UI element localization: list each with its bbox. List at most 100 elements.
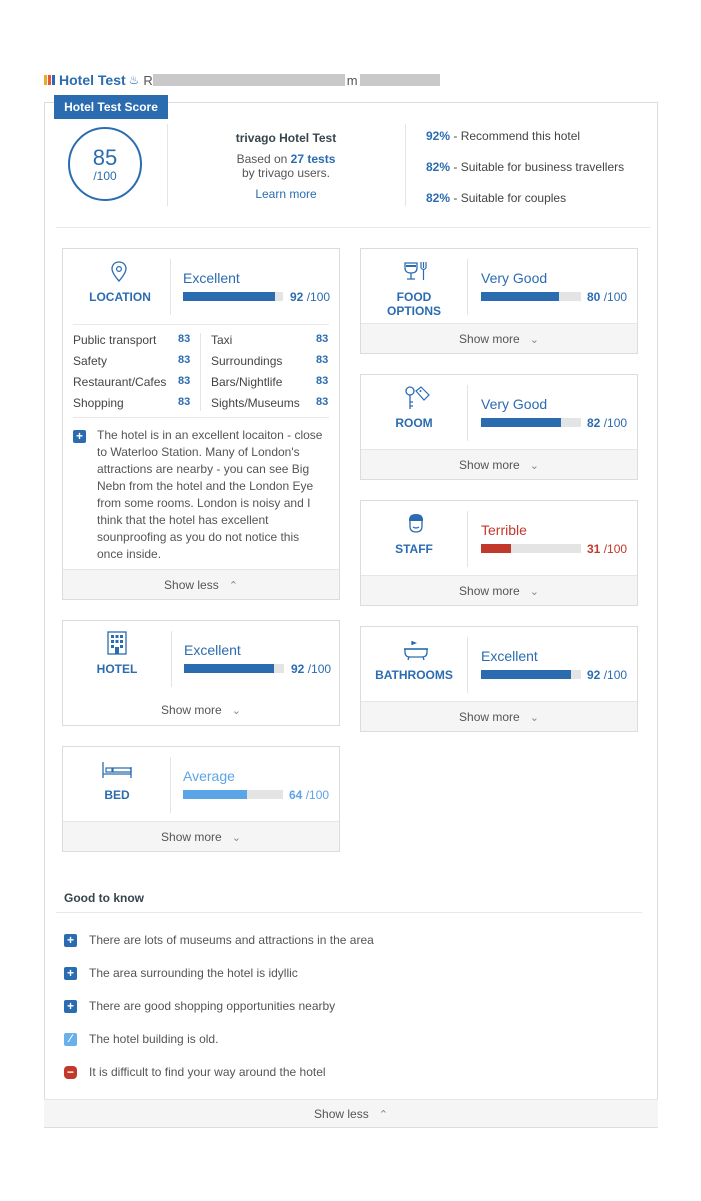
sub-rating-score: 83 (178, 333, 191, 345)
category-name: LOCATION (89, 290, 151, 304)
category-name: ROOM (395, 416, 433, 430)
good-to-know-item: + The area surrounding the hotel is idyl… (64, 965, 298, 981)
category-score: 80 /100 (587, 290, 628, 304)
show-more-button[interactable]: Show more ⌄ (361, 449, 637, 479)
page-header: Hotel Test ♨ R m (44, 72, 440, 88)
category-rating: Terrible (481, 522, 527, 538)
sub-rating-label: Safety (73, 354, 108, 368)
test-title: trivago Hotel Test (235, 131, 337, 145)
sub-rating-label: Sights/Museums (211, 396, 300, 410)
divider (405, 124, 406, 206)
map-pin-icon (109, 261, 129, 286)
sub-rating-score: 83 (178, 396, 191, 408)
minus-icon: − (64, 1065, 77, 1079)
key-icon (403, 385, 431, 414)
category-location: LOCATION Excellent 92 /100 Public transp… (62, 248, 340, 600)
sub-rating-score: 83 (316, 375, 329, 387)
show-more-button[interactable]: Show more ⌄ (361, 575, 637, 605)
category-rating: Excellent (481, 648, 538, 664)
redacted-block (359, 74, 440, 86)
category-score: 31 /100 (587, 542, 628, 556)
chef-hat-icon: ♨ (128, 73, 140, 87)
show-more-button[interactable]: Show more ⌄ (63, 821, 339, 851)
stat-business: 82% - Suitable for business travellers (426, 160, 625, 174)
category-staff: STAFF Terrible 31 /100 Show more ⌄ (360, 500, 638, 606)
redacted-block (152, 74, 345, 86)
score-bar (184, 664, 284, 673)
sub-rating-label: Public transport (73, 333, 157, 347)
sub-rating-label: Bars/Nightlife (211, 375, 283, 389)
plus-icon: + (73, 430, 86, 443)
category-score: 92 /100 (290, 290, 331, 304)
score-bar (481, 292, 581, 301)
redacted-mid: m (346, 72, 358, 88)
neutral-icon: ∕ (64, 1032, 77, 1046)
divider (167, 124, 168, 206)
category-rating: Very Good (481, 270, 548, 286)
category-score: 92 /100 (587, 668, 628, 682)
chevron-down-icon: ⌄ (529, 712, 539, 724)
chevron-up-icon: ⌃ (378, 1109, 388, 1121)
category-name: STAFF (395, 542, 433, 556)
test-info: trivago Hotel Test Based on 27 tests by … (215, 131, 357, 201)
sub-rating-score: 83 (178, 375, 191, 387)
hotel-test-title: Hotel Test (59, 72, 126, 88)
good-to-know-item: − It is difficult to find your way aroun… (64, 1064, 326, 1080)
show-less-button[interactable]: Show less ⌃ (63, 569, 339, 599)
learn-more-link[interactable]: Learn more (215, 187, 357, 201)
bathtub-icon (403, 639, 429, 664)
show-less-button[interactable]: Show less ⌃ (44, 1099, 658, 1128)
good-to-know-title: Good to know (64, 891, 144, 905)
building-icon (105, 630, 129, 659)
sub-rating-score: 83 (316, 354, 329, 366)
score-circle: 85 /100 (68, 127, 142, 201)
show-more-button[interactable]: Show more ⌄ (63, 695, 339, 725)
chevron-down-icon: ⌄ (529, 460, 539, 472)
chevron-down-icon: ⌄ (231, 705, 241, 717)
category-room: ROOM Very Good 82 /100 Show more ⌄ (360, 374, 638, 480)
bed-icon (101, 761, 133, 782)
sub-rating-label: Surroundings (211, 354, 283, 368)
category-rating: Average (183, 768, 235, 784)
chevron-down-icon: ⌄ (231, 832, 241, 844)
staff-icon (405, 513, 427, 538)
category-name: FOOD OPTIONS (386, 290, 441, 318)
divider (56, 227, 650, 228)
score-bar (481, 670, 581, 679)
score-bar (481, 418, 581, 427)
category-rating: Excellent (183, 270, 240, 286)
category-hotel: HOTEL Excellent 92 /100 Show more ⌄ (62, 620, 340, 726)
based-on-label: Based on (236, 152, 288, 166)
good-to-know-item: + There are lots of museums and attracti… (64, 932, 374, 948)
chevron-down-icon: ⌄ (529, 586, 539, 598)
stat-recommend: 92% - Recommend this hotel (426, 129, 581, 143)
category-name: HOTEL (96, 662, 138, 676)
category-name: BED (104, 788, 130, 802)
score-out-of: /100 (93, 169, 117, 183)
category-bathrooms: BATHROOMS Excellent 92 /100 Show more ⌄ (360, 626, 638, 732)
chevron-down-icon: ⌄ (529, 334, 539, 346)
plus-icon: + (64, 966, 77, 980)
good-to-know-item: + There are good shopping opportunities … (64, 998, 335, 1014)
show-more-button[interactable]: Show more ⌄ (361, 701, 637, 731)
chevron-up-icon: ⌃ (228, 580, 238, 592)
category-rating: Excellent (184, 642, 241, 658)
category-rating: Very Good (481, 396, 548, 412)
divider (56, 912, 642, 913)
score-tag: Hotel Test Score (54, 95, 168, 119)
plus-icon: + (64, 933, 77, 947)
by-users: by trivago users. (241, 166, 331, 180)
category-name: BATHROOMS (375, 668, 453, 682)
score-bar (183, 292, 283, 301)
show-more-button[interactable]: Show more ⌄ (361, 323, 637, 353)
category-bed: BED Average 64 /100 Show more ⌄ (62, 746, 340, 852)
category-score: 82 /100 (587, 416, 628, 430)
stat-couples: 82% - Suitable for couples (426, 191, 567, 205)
sub-rating-score: 83 (316, 333, 329, 345)
category-food: FOOD OPTIONS Very Good 80 /100 Show more ⌄ (360, 248, 638, 354)
sub-rating-score: 83 (178, 354, 191, 366)
location-note: The hotel is in an excellent locaiton - … (97, 428, 323, 561)
redacted-prefix: R (143, 72, 153, 88)
tests-count[interactable]: 27 tests (291, 152, 336, 166)
category-score: 64 /100 (289, 788, 330, 802)
